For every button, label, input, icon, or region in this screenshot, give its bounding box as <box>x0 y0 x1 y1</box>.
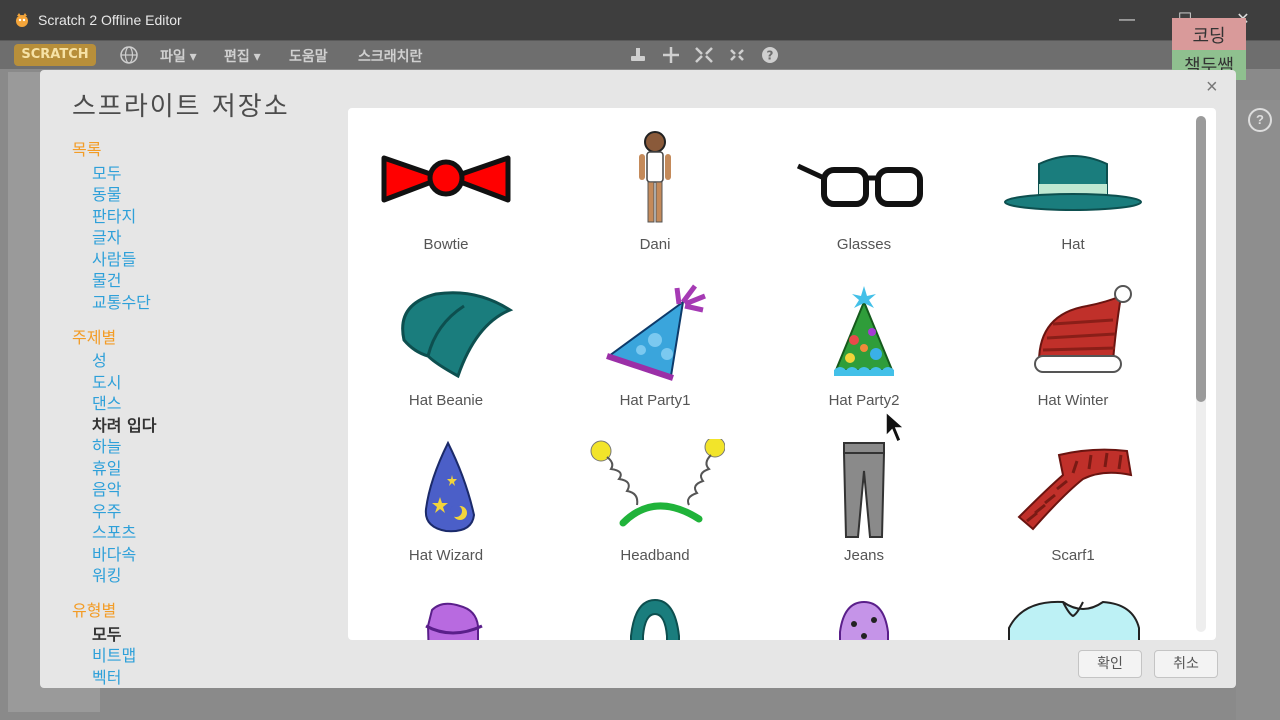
sprite-tile-dani[interactable]: Dani <box>565 120 745 270</box>
menu-bar: SCRATCH 파일 ▾ 편집 ▾ 도움말 스크래치란 ? <box>0 40 1280 69</box>
sprite-tile-scarf1[interactable]: Scarf1 <box>983 431 1163 581</box>
menu-file[interactable]: 파일 ▾ <box>160 46 197 66</box>
shrink-icon[interactable] <box>727 46 747 64</box>
purple-shirt-sprite-icon <box>425 602 483 640</box>
sprite-tile-jeans[interactable]: Jeans <box>774 431 954 581</box>
theme-music[interactable]: 음악 <box>92 476 121 500</box>
cut-icon[interactable] <box>661 46 681 64</box>
hat-wizard-sprite-icon <box>424 440 476 533</box>
sprite-label: Hat Winter <box>1037 392 1109 409</box>
category-transportation[interactable]: 교통수단 <box>92 289 151 313</box>
hat-sprite-icon <box>1004 155 1142 211</box>
sprite-label: Hat Party2 <box>828 392 900 409</box>
hat-winter-sprite-icon <box>1034 285 1132 373</box>
teal-hood-sprite-icon <box>630 598 680 640</box>
theme-heading: 주제별 <box>72 328 117 347</box>
blue-collar-sprite-icon <box>1008 600 1140 640</box>
flower-shirt-sprite-icon <box>839 600 889 640</box>
sprite-tile-hat-wizard[interactable]: Hat Wizard <box>356 431 536 581</box>
category-animals[interactable]: 동물 <box>92 181 121 205</box>
scarf1-sprite-icon <box>1017 448 1133 531</box>
hat-party1-sprite-icon <box>606 284 706 381</box>
theme-sports[interactable]: 스포츠 <box>92 519 136 543</box>
minimize-button[interactable]: — <box>1112 8 1142 32</box>
theme-flying[interactable]: 하늘 <box>92 433 121 457</box>
sprite-label: Hat Party1 <box>619 392 691 409</box>
sprite-tile-teal-hood[interactable] <box>565 588 745 640</box>
sprite-label: Dani <box>639 236 671 253</box>
type-vector[interactable]: 벡터 <box>92 664 121 688</box>
category-things[interactable]: 물건 <box>92 267 121 291</box>
sprite-tile-hat-beanie[interactable]: Hat Beanie <box>356 276 536 426</box>
scratch-logo[interactable]: SCRATCH <box>14 44 96 66</box>
scripts-area <box>1236 100 1280 720</box>
sprite-tile-blue-collar[interactable] <box>983 588 1163 640</box>
sprite-tile-purple-shirt[interactable] <box>356 588 536 640</box>
svg-text:?: ? <box>767 49 774 63</box>
menu-help[interactable]: 도움말 <box>289 46 328 66</box>
globe-icon[interactable] <box>120 46 138 64</box>
sprite-tile-headband[interactable]: Headband <box>565 431 745 581</box>
sprite-grid-scrollbar[interactable] <box>1196 116 1206 632</box>
help-icon[interactable]: ? <box>1248 108 1272 132</box>
window-titlebar: Scratch 2 Offline Editor — ☐ ✕ <box>0 0 1280 40</box>
hat-beanie-sprite-icon <box>401 291 514 379</box>
sprite-library-dialog: 스프라이트 저장소 × 목록 모두 동물 판타지 글자 사람들 물건 교통수단 … <box>40 70 1236 688</box>
sprite-label: Hat <box>1061 236 1085 253</box>
bowtie-sprite-icon <box>381 155 511 203</box>
type-bitmap[interactable]: 비트맵 <box>92 642 136 666</box>
jeans-sprite-icon <box>842 442 886 538</box>
stamp-icon[interactable] <box>628 46 648 64</box>
window-title: Scratch 2 Offline Editor <box>38 12 182 28</box>
menu-about[interactable]: 스크래치란 <box>358 46 422 66</box>
theme-castle[interactable]: 성 <box>92 347 107 371</box>
sprite-label: Glasses <box>836 236 892 253</box>
sprite-grid: Bowtie Dani Glasses Hat Hat Beanie Hat P… <box>348 108 1216 640</box>
headband-sprite-icon <box>590 439 725 527</box>
sprite-tile-hat-winter[interactable]: Hat Winter <box>983 276 1163 426</box>
theme-dance[interactable]: 댄스 <box>92 390 121 414</box>
dialog-title: 스프라이트 저장소 <box>72 92 290 122</box>
category-letters[interactable]: 글자 <box>92 224 121 248</box>
category-heading: 목록 <box>72 140 102 159</box>
glasses-sprite-icon <box>796 163 923 207</box>
theme-walking[interactable]: 워킹 <box>92 562 121 586</box>
scrollbar-thumb[interactable] <box>1196 116 1206 402</box>
sprite-label: Hat Wizard <box>408 547 484 564</box>
scratch-cat-icon <box>16 13 28 27</box>
sprite-tile-hat-party1[interactable]: Hat Party1 <box>565 276 745 426</box>
type-heading: 유형별 <box>72 601 117 620</box>
dani-sprite-icon <box>639 131 671 223</box>
dialog-close-button[interactable]: × <box>1206 76 1218 99</box>
mouse-cursor-icon <box>885 410 906 444</box>
badge-line1: 코딩 <box>1192 26 1225 47</box>
menu-edit[interactable]: 편집 ▾ <box>224 46 261 66</box>
hat-party2-sprite-icon <box>834 286 894 376</box>
sprite-label: Jeans <box>843 547 885 564</box>
sprite-label: Headband <box>620 547 690 564</box>
sprite-tile-flower-shirt[interactable] <box>774 588 954 640</box>
ok-button[interactable]: 확인 <box>1078 650 1142 678</box>
sprite-tile-hat[interactable]: Hat <box>983 120 1163 270</box>
sprite-tile-bowtie[interactable]: Bowtie <box>356 120 536 270</box>
help-tool-icon[interactable]: ? <box>760 46 780 64</box>
sprite-label: Bowtie <box>423 236 469 253</box>
sprite-label: Hat Beanie <box>408 392 484 409</box>
cancel-button[interactable]: 취소 <box>1154 650 1218 678</box>
grow-icon[interactable] <box>694 46 714 64</box>
sprite-tile-glasses[interactable]: Glasses <box>774 120 954 270</box>
sprite-label: Scarf1 <box>1051 547 1095 564</box>
sprite-tile-hat-party2[interactable]: Hat Party2 <box>774 276 954 426</box>
